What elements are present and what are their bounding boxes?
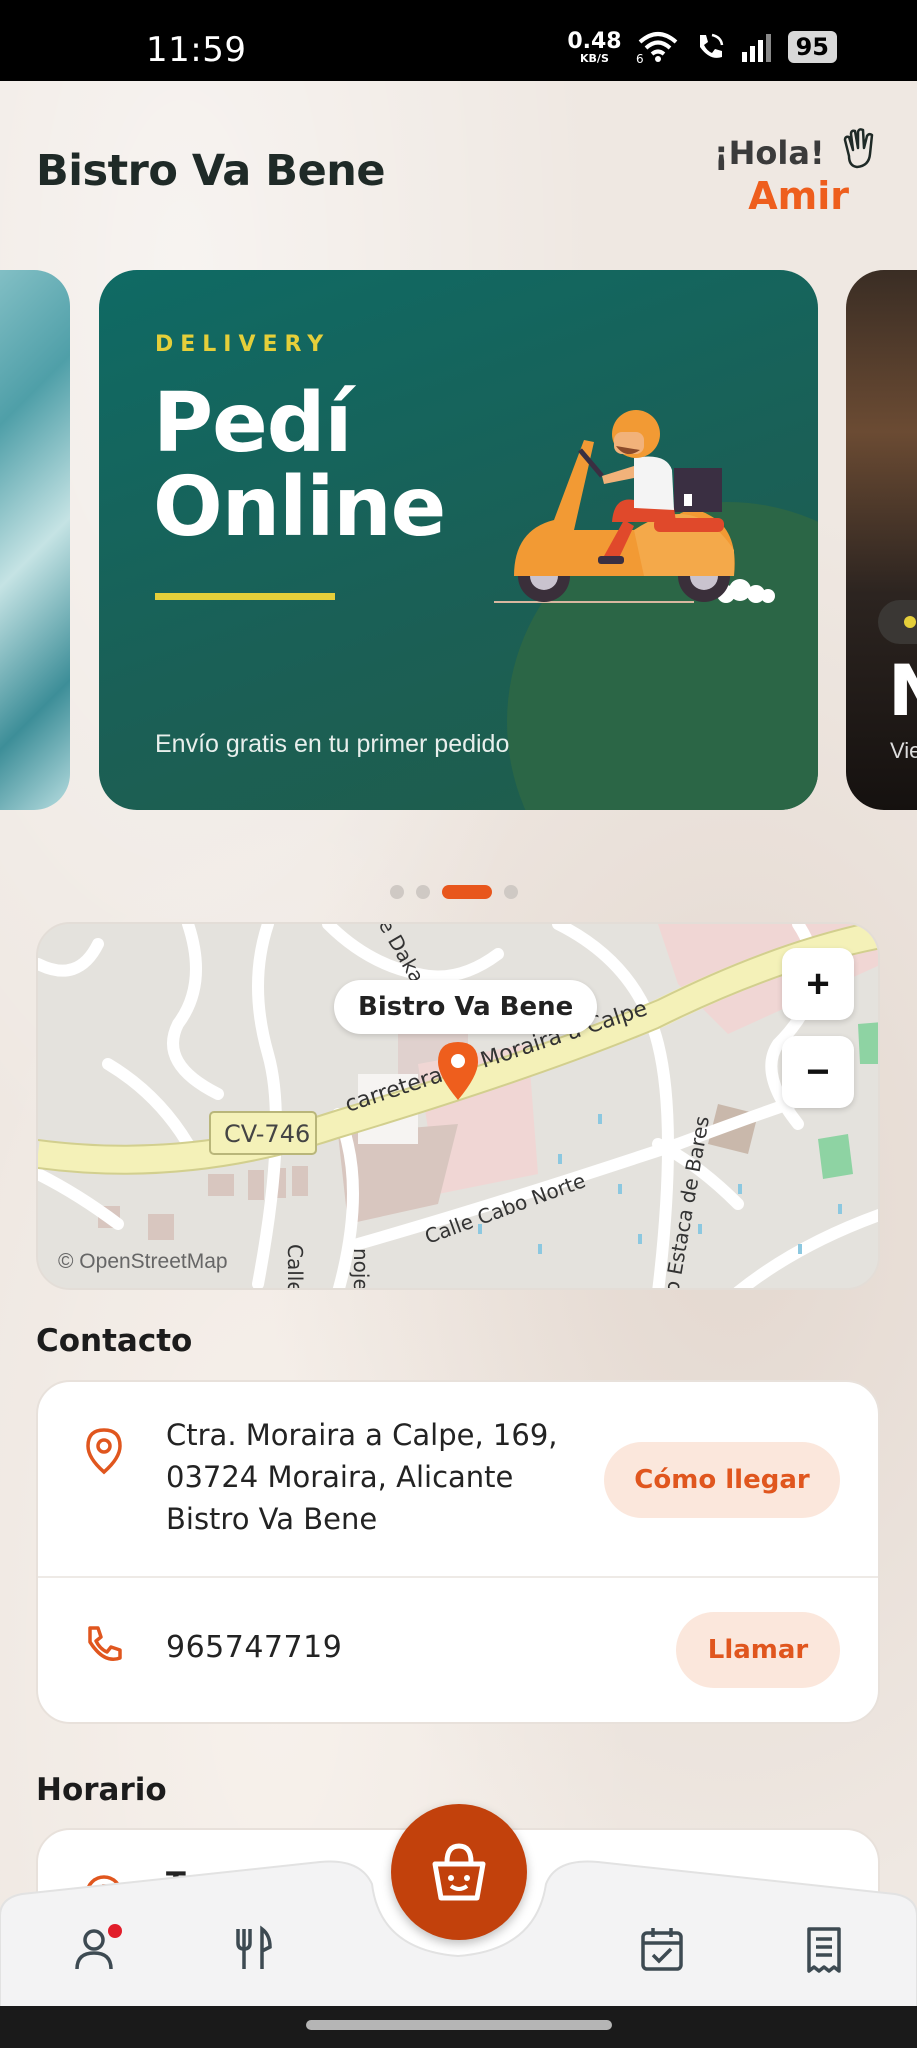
slide-title-line1: Pedí <box>153 376 353 471</box>
promo-carousel[interactable]: DELIVERY Pedí Online Envío gratis en tu … <box>0 270 917 810</box>
net-speed-value: 0.48 <box>567 28 622 54</box>
carousel-slide-previous[interactable] <box>0 270 70 810</box>
delivery-scooter-illustration <box>494 410 775 603</box>
zoom-in-button[interactable]: + <box>782 948 854 1020</box>
phone-row: 965747719 Llamar <box>38 1578 878 1724</box>
contact-section-title: Contacto <box>36 1323 193 1359</box>
map-attribution[interactable]: © OpenStreetMap <box>58 1250 228 1274</box>
carousel-slide-next[interactable]: N Vie <box>846 270 917 810</box>
status-time: 11:59 <box>146 30 247 70</box>
cart-button[interactable] <box>391 1804 527 1940</box>
restaurant-name: Bistro Va Bene <box>36 146 386 196</box>
address-text: Ctra. Moraira a Calpe, 169, 03724 Morair… <box>166 1418 558 1536</box>
greeting: ¡Hola! Amir <box>714 126 881 218</box>
slide-underline <box>155 593 335 600</box>
svg-text:6: 6 <box>636 52 644 64</box>
net-speed-unit: KB/S <box>580 51 609 65</box>
wifi-6-icon: 6 <box>636 32 677 64</box>
waving-hand-icon <box>843 128 874 169</box>
battery-icon: 95 <box>787 31 837 63</box>
cart-icon <box>432 1843 486 1901</box>
next-slide-title: N <box>888 650 917 732</box>
next-slide-badge <box>878 600 917 644</box>
address-row: Ctra. Moraira a Calpe, 169, 03724 Morair… <box>38 1382 878 1578</box>
status-bar: 11:59 0.48 KB/S 6 95 <box>0 0 917 81</box>
slide-title: Pedí Online <box>153 376 446 555</box>
signal-icon <box>741 34 771 62</box>
location-pin-icon <box>86 1428 122 1475</box>
location-map[interactable]: CV-746 carretera de Moraira a Calpe Call… <box>36 922 880 1290</box>
next-slide-subtitle: Vie <box>890 738 917 763</box>
greeting-text: ¡Hola! <box>714 134 825 172</box>
map-marker-label: Bistro Va Bene <box>334 980 598 1034</box>
svg-text:Calle C: Calle C <box>283 1244 307 1290</box>
net-speed: 0.48 KB/S <box>567 28 622 65</box>
directions-button[interactable]: Cómo llegar <box>604 1442 840 1518</box>
map-tiles: CV-746 carretera de Moraira a Calpe Call… <box>38 924 878 1290</box>
carousel-dot-1[interactable] <box>390 885 404 899</box>
schedule-section-title: Horario <box>36 1772 167 1808</box>
svg-text:CV-746: CV-746 <box>224 1120 310 1148</box>
svg-text:noje: noje <box>349 1248 373 1290</box>
contact-card: Ctra. Moraira a Calpe, 169, 03724 Morair… <box>36 1380 880 1724</box>
profile-notification-dot <box>108 1924 122 1938</box>
carousel-slide-delivery[interactable]: DELIVERY Pedí Online Envío gratis en tu … <box>99 270 818 810</box>
zoom-out-button[interactable]: − <box>782 1036 854 1108</box>
call-button[interactable]: Llamar <box>676 1612 840 1688</box>
phone-icon <box>88 1626 122 1661</box>
orders-icon[interactable] <box>800 1925 848 1973</box>
slide-title-line2: Online <box>153 460 446 555</box>
carousel-dot-3[interactable] <box>442 885 492 899</box>
carousel-dot-4[interactable] <box>504 885 518 899</box>
carousel-dot-2[interactable] <box>416 885 430 899</box>
slide-subtitle: Envío gratis en tu primer pedido <box>155 730 510 758</box>
phone-number: 965747719 <box>166 1630 343 1665</box>
menu-icon[interactable] <box>228 1925 276 1973</box>
wifi-call-icon <box>699 33 723 58</box>
slide-eyebrow: DELIVERY <box>155 332 331 357</box>
home-indicator[interactable] <box>306 2020 612 2030</box>
user-name: Amir <box>748 174 849 218</box>
carousel-pagination <box>390 885 518 899</box>
status-icons: 0.48 KB/S 6 95 <box>567 30 837 64</box>
reservations-icon[interactable] <box>638 1925 686 1973</box>
